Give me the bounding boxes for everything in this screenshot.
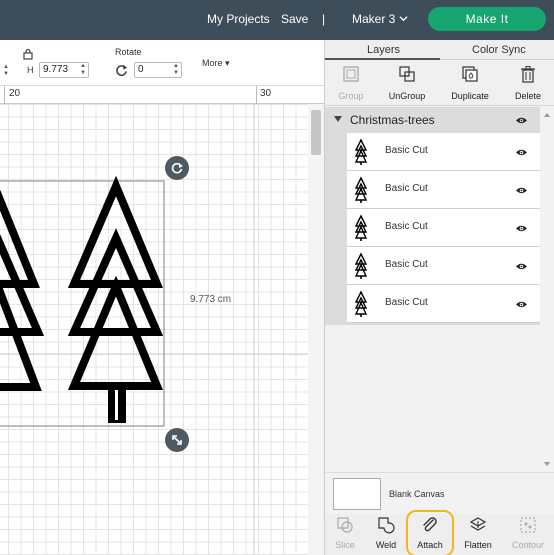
layer-row[interactable]: Basic Cut <box>347 209 540 247</box>
layer-label: Basic Cut <box>385 221 428 232</box>
collapse-caret-icon[interactable] <box>334 116 342 122</box>
duplicate-button[interactable]: Duplicate <box>442 64 498 101</box>
layer-actions: Group UnGroup Duplicate Delete <box>325 60 554 106</box>
flatten-label: Flatten <box>464 540 492 550</box>
design-canvas[interactable] <box>0 104 308 555</box>
layer-label: Basic Cut <box>385 145 428 156</box>
layer-label: Basic Cut <box>385 297 428 308</box>
rotate-icon <box>116 64 128 76</box>
layer-row[interactable]: Basic Cut <box>347 285 540 323</box>
my-projects-link[interactable]: My Projects <box>207 12 270 26</box>
contour-icon <box>520 517 536 533</box>
visibility-eye-icon[interactable] <box>515 116 528 125</box>
make-it-button[interactable]: Make It <box>428 7 546 31</box>
layers-scrollbar[interactable] <box>540 107 554 472</box>
weld-label: Weld <box>375 540 397 550</box>
ruler-label: 30 <box>260 88 272 99</box>
rotate-icon <box>171 162 183 174</box>
layer-row[interactable]: Basic Cut <box>347 133 540 171</box>
group-button[interactable]: Group <box>323 64 379 101</box>
layer-row[interactable]: Basic Cut <box>347 171 540 209</box>
layer-label: Basic Cut <box>385 259 428 270</box>
tree-layer-thumbnail <box>354 176 368 203</box>
scroll-down-arrow-icon[interactable] <box>544 462 550 466</box>
layers-list: Christmas-trees Basic Cut Basic Cut Basi… <box>325 107 540 325</box>
visibility-eye-icon[interactable] <box>515 148 528 157</box>
flatten-icon <box>469 517 487 531</box>
width-stepper[interactable]: ▲ ▼ <box>2 64 10 78</box>
visibility-eye-icon[interactable] <box>515 224 528 233</box>
panel-tabs: Layers Color Sync <box>325 40 554 60</box>
attach-highlight-ring <box>406 510 454 555</box>
ungroup-label: UnGroup <box>388 91 426 101</box>
tree-layer-thumbnail <box>354 138 368 165</box>
topbar-divider: | <box>322 12 326 26</box>
weld-button[interactable]: Weld <box>366 516 406 550</box>
canvas-scrollbar[interactable] <box>308 104 324 555</box>
trash-icon <box>521 66 535 83</box>
horizontal-ruler: 20 30 <box>0 86 324 104</box>
contour-button[interactable]: Contour <box>508 516 548 550</box>
ruler-label: 20 <box>9 88 21 99</box>
weld-icon <box>378 517 395 534</box>
group-icon <box>343 66 359 82</box>
ruler-tick <box>4 86 5 104</box>
canvas-scroll-thumb[interactable] <box>311 110 321 155</box>
duplicate-icon <box>462 66 478 82</box>
slice-label: Slice <box>335 540 355 550</box>
christmas-trees-artwork[interactable] <box>0 104 308 555</box>
visibility-eye-icon[interactable] <box>515 300 528 309</box>
chevron-down-icon[interactable] <box>399 14 408 23</box>
group-name: Christmas-trees <box>350 113 435 127</box>
rotate-label: Rotate <box>115 47 142 57</box>
rotate-handle[interactable] <box>165 156 189 180</box>
layer-label: Basic Cut <box>385 183 428 194</box>
top-bar: My Projects Save | Maker 3 Make It <box>0 0 554 40</box>
scroll-up-arrow-icon[interactable] <box>544 113 550 117</box>
tab-color-sync[interactable]: Color Sync <box>472 44 526 56</box>
height-dimension-label: 9.773 cm <box>190 294 232 305</box>
height-label: H <box>27 65 34 75</box>
save-button[interactable]: Save <box>281 12 308 26</box>
ruler-tick <box>256 86 257 104</box>
tree-layer-thumbnail <box>354 214 368 241</box>
slice-button[interactable]: Slice <box>325 516 365 550</box>
layer-row[interactable]: Basic Cut <box>347 247 540 285</box>
delete-label: Delete <box>514 91 541 101</box>
contour-label: Contour <box>511 540 545 550</box>
layers-panel: Layers Color Sync Group UnGroup Duplicat… <box>324 40 554 555</box>
group-label: Group <box>338 91 364 101</box>
ungroup-icon <box>399 66 415 82</box>
blank-canvas-row[interactable]: Blank Canvas <box>325 472 554 514</box>
rotate-stepper[interactable]: ▲ ▼ <box>172 63 180 77</box>
blank-canvas-label: Blank Canvas <box>389 489 445 499</box>
more-menu[interactable]: More ▾ <box>202 58 230 69</box>
edit-toolbar: ▲ ▼ H 9.773 ▲ ▼ Rotate 0 ▲ ▼ More ▾ <box>0 40 324 86</box>
tab-layers[interactable]: Layers <box>367 44 400 56</box>
resize-handle[interactable] <box>165 428 189 452</box>
lock-icon[interactable] <box>23 48 33 60</box>
layer-group-row[interactable]: Christmas-trees <box>325 107 540 133</box>
flatten-button[interactable]: Flatten <box>458 516 498 550</box>
duplicate-label: Duplicate <box>451 91 489 101</box>
visibility-eye-icon[interactable] <box>515 186 528 195</box>
machine-selector[interactable]: Maker 3 <box>352 12 395 26</box>
blank-canvas-swatch[interactable] <box>333 478 381 510</box>
tree-layer-thumbnail <box>354 252 368 279</box>
bottom-action-bar: Slice Weld Attach Flatten Contour <box>325 510 554 555</box>
resize-arrows-icon <box>172 435 182 445</box>
tree-layer-thumbnail <box>354 290 368 317</box>
slice-icon <box>337 517 353 533</box>
delete-button[interactable]: Delete <box>500 64 554 101</box>
ungroup-button[interactable]: UnGroup <box>379 64 435 101</box>
height-stepper[interactable]: ▲ ▼ <box>79 63 87 77</box>
visibility-eye-icon[interactable] <box>515 262 528 271</box>
